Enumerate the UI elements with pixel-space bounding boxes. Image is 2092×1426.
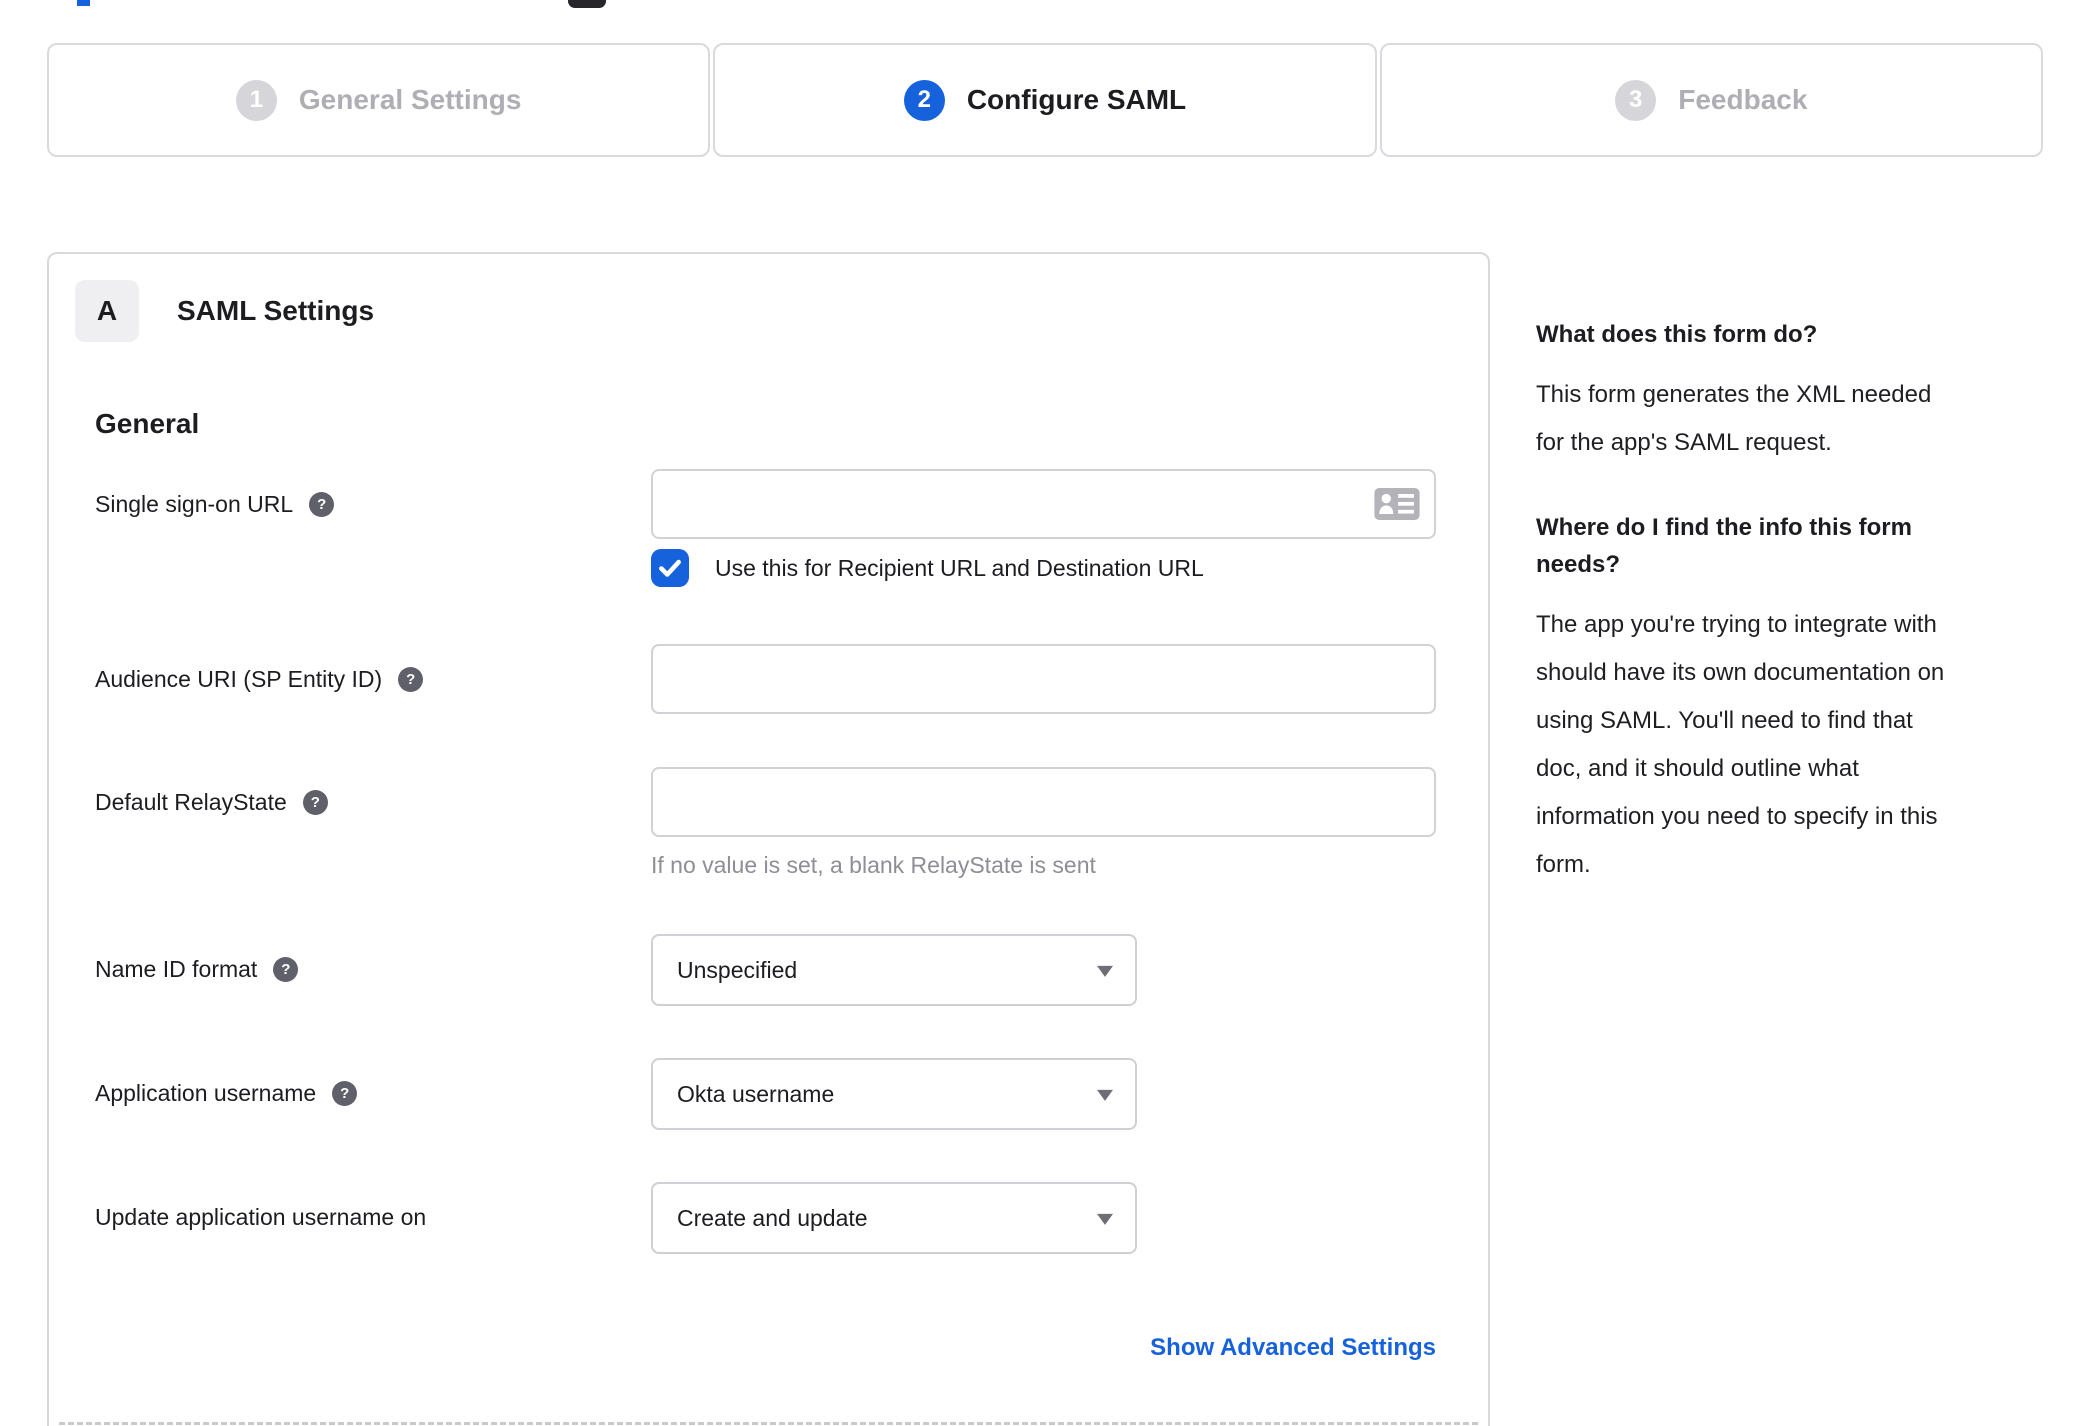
checkmark-icon — [659, 559, 681, 577]
relaystate-row: Default RelayState ? If no value is set,… — [49, 767, 1488, 879]
chevron-down-icon — [1097, 1089, 1113, 1101]
panel-title: SAML Settings — [177, 295, 375, 326]
help-icon[interactable]: ? — [398, 666, 424, 692]
nameid-format-value: Unspecified — [677, 956, 798, 983]
sso-url-input-wrap — [651, 469, 1436, 539]
application-username-value: Okta username — [677, 1080, 835, 1107]
audience-uri-input[interactable] — [651, 644, 1436, 714]
update-username-value: Create and update — [677, 1204, 868, 1231]
nameid-format-row: Name ID format ? Unspecified — [49, 934, 1488, 1006]
step-2-number-badge: 2 — [903, 79, 945, 121]
chevron-down-icon — [1097, 965, 1113, 977]
nameid-format-select[interactable]: Unspecified — [651, 934, 1137, 1006]
relaystate-input[interactable] — [651, 767, 1436, 837]
help-sidebar: What does this form do? This form genera… — [1536, 252, 2036, 931]
saml-settings-panel: A SAML Settings General Single sign-on U… — [47, 252, 1490, 1426]
sidebar-heading-what: What does this form do? — [1536, 321, 1818, 348]
update-username-select[interactable]: Create and update — [651, 1182, 1137, 1254]
cutoff-app-logo-fragment — [77, 0, 90, 6]
step-feedback[interactable]: 3 Feedback — [1379, 43, 2043, 157]
main-content: A SAML Settings General Single sign-on U… — [47, 252, 2036, 1426]
step-3-label: Feedback — [1678, 84, 1808, 115]
general-section-title: General — [95, 408, 200, 439]
show-advanced-settings-link[interactable]: Show Advanced Settings — [1150, 1334, 1436, 1361]
help-icon[interactable]: ? — [273, 956, 299, 982]
sso-url-label: Single sign-on URL — [95, 490, 294, 517]
page: 1 General Settings 2 Configure SAML 3 Fe… — [0, 0, 2092, 1426]
audience-uri-label: Audience URI (SP Entity ID) — [95, 665, 383, 692]
contact-card-icon[interactable] — [1374, 488, 1420, 520]
sso-url-input[interactable] — [651, 469, 1436, 539]
sidebar-body-what: This form generates the XML needed for t… — [1536, 381, 1932, 456]
recipient-url-checkbox-label: Use this for Recipient URL and Destinati… — [715, 554, 1204, 581]
audience-uri-row: Audience URI (SP Entity ID) ? — [49, 644, 1488, 714]
application-username-select[interactable]: Okta username — [651, 1058, 1137, 1130]
update-username-row: Update application username on Create an… — [49, 1182, 1488, 1254]
sso-url-row: Single sign-on URL ? Use this for Recipi… — [49, 469, 1488, 587]
wizard-stepper: 1 General Settings 2 Configure SAML 3 Fe… — [47, 43, 2043, 157]
application-username-row: Application username ? Okta username — [49, 1058, 1488, 1130]
recipient-url-checkbox-row: Use this for Recipient URL and Destinati… — [651, 549, 1436, 587]
step-1-label: General Settings — [298, 84, 522, 115]
panel-header: A SAML Settings — [75, 280, 1488, 342]
nameid-format-label: Name ID format — [95, 955, 258, 982]
step-2-label: Configure SAML — [966, 84, 1187, 115]
cutoff-toggle-fragment — [568, 0, 606, 8]
advanced-settings-row: Show Advanced Settings — [49, 1334, 1436, 1362]
application-username-label: Application username — [95, 1079, 317, 1106]
relaystate-hint: If no value is set, a blank RelayState i… — [651, 852, 1096, 878]
help-icon[interactable]: ? — [309, 491, 335, 517]
update-username-label: Update application username on — [95, 1203, 427, 1230]
chevron-down-icon — [1097, 1213, 1113, 1225]
step-3-number-badge: 3 — [1615, 79, 1657, 121]
step-1-number-badge: 1 — [235, 79, 277, 121]
section-a-badge: A — [75, 280, 139, 342]
sidebar-heading-where: Where do I find the info this form needs… — [1536, 514, 1912, 578]
sidebar-body-where: The app you're trying to integrate with … — [1536, 611, 1945, 878]
section-divider — [59, 1422, 1478, 1425]
use-for-recipient-checkbox[interactable] — [651, 549, 689, 587]
help-icon[interactable]: ? — [332, 1080, 358, 1106]
step-general-settings[interactable]: 1 General Settings — [47, 43, 711, 157]
relaystate-label: Default RelayState — [95, 788, 287, 815]
step-configure-saml[interactable]: 2 Configure SAML — [713, 43, 1377, 157]
help-icon[interactable]: ? — [302, 789, 328, 815]
